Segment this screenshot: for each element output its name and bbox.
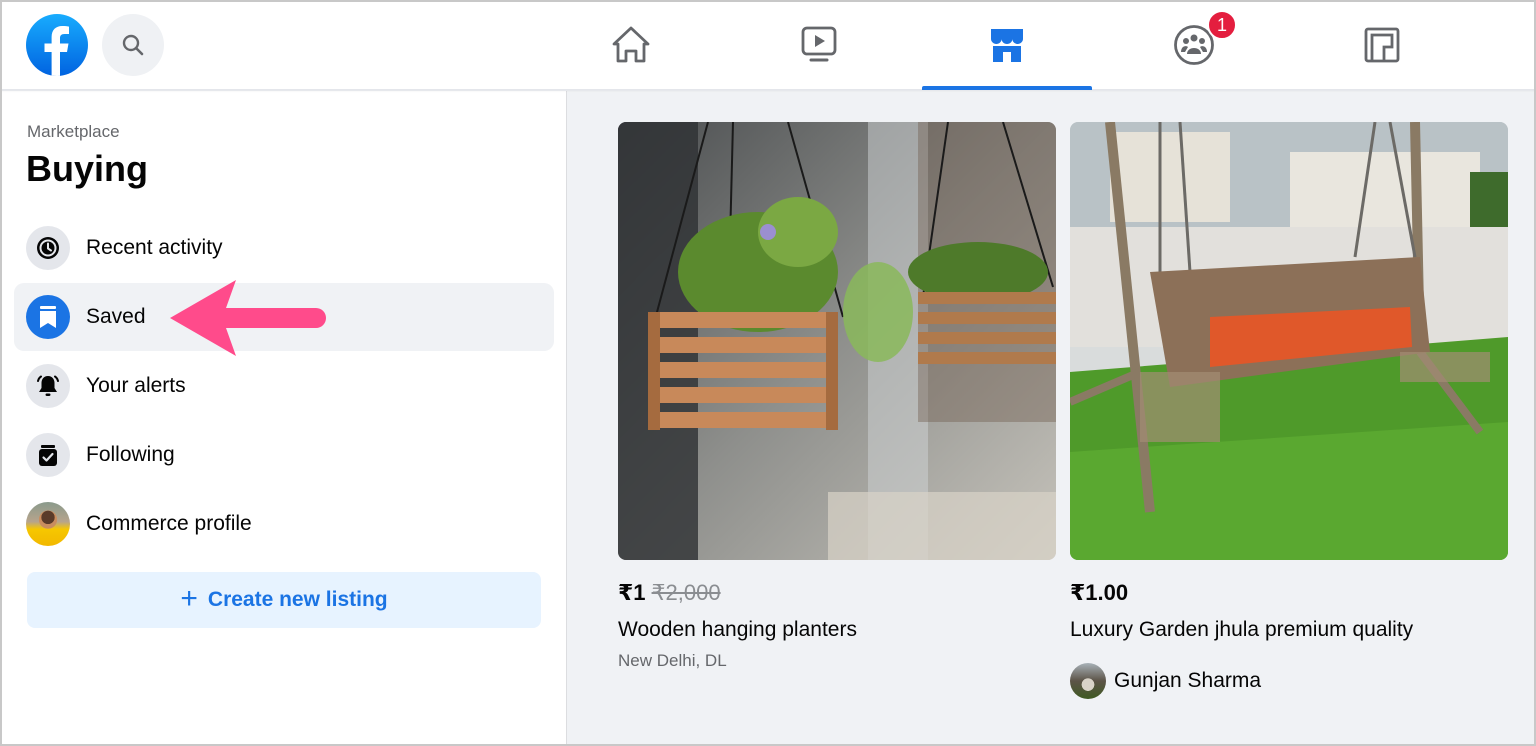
sidebar-item-recent-activity[interactable]: Recent activity: [14, 214, 554, 282]
sidebar-item-label: Commerce profile: [86, 512, 252, 535]
profile-avatar: [26, 502, 70, 546]
facebook-logo-icon[interactable]: [26, 14, 88, 76]
plus-icon: +: [180, 581, 198, 615]
listing-price: ₹1.00: [1070, 580, 1128, 606]
bell-icon: [26, 364, 70, 408]
sidebar-item-commerce-profile[interactable]: Commerce profile: [14, 490, 554, 558]
listing-location: New Delhi, DL: [618, 651, 727, 670]
marketplace-store-icon: [991, 29, 1023, 62]
search-button[interactable]: [102, 14, 164, 76]
home-icon: [612, 26, 650, 63]
sidebar-item-label: Recent activity: [86, 236, 223, 259]
sidebar-item-label: Your alerts: [86, 374, 186, 397]
tab-marketplace[interactable]: [922, 0, 1092, 90]
listing-price: ₹1 ₹2,000: [618, 580, 721, 606]
notification-badge: 1: [1207, 10, 1237, 40]
following-box-check-icon: [26, 433, 70, 477]
sidebar-item-label: Saved: [86, 305, 146, 328]
listing-title[interactable]: Wooden hanging planters: [618, 618, 857, 642]
breadcrumb[interactable]: Marketplace: [27, 122, 120, 142]
page-title: Buying: [26, 148, 148, 189]
current-price: ₹1.00: [1070, 580, 1129, 605]
listing-title[interactable]: Luxury Garden jhula premium quality: [1070, 618, 1413, 642]
create-new-listing-label: Create new listing: [207, 588, 388, 611]
sidebar-item-following[interactable]: Following: [14, 421, 554, 489]
bookmark-icon: [26, 295, 70, 339]
original-price: ₹2,000: [651, 580, 721, 605]
sidebar-item-your-alerts[interactable]: Your alerts: [14, 352, 554, 420]
seller-info[interactable]: Gunjan Sharma: [1070, 663, 1261, 699]
tab-groups[interactable]: 1: [1109, 0, 1279, 90]
seller-name: Gunjan Sharma: [1114, 669, 1262, 692]
search-icon: [122, 34, 144, 56]
tab-watch[interactable]: [734, 0, 904, 90]
tab-gaming[interactable]: [1297, 0, 1467, 90]
video-icon: [801, 26, 837, 62]
seller-avatar: [1070, 663, 1106, 699]
tab-home[interactable]: [546, 0, 716, 90]
gaming-icon: [1364, 27, 1400, 63]
clock-icon: [26, 226, 70, 270]
listing-card[interactable]: [1070, 122, 1508, 560]
sidebar-item-label: Following: [86, 443, 175, 466]
wooden-hanging-planters-photo[interactable]: [618, 122, 1056, 560]
create-new-listing-button[interactable]: + Create new listing: [27, 572, 541, 628]
current-price: ₹1: [618, 580, 646, 605]
top-navigation-bar: 1: [0, 0, 1536, 90]
listing-card[interactable]: [618, 122, 1056, 560]
garden-swing-photo[interactable]: [1070, 122, 1508, 560]
annotation-arrow: [170, 280, 326, 356]
